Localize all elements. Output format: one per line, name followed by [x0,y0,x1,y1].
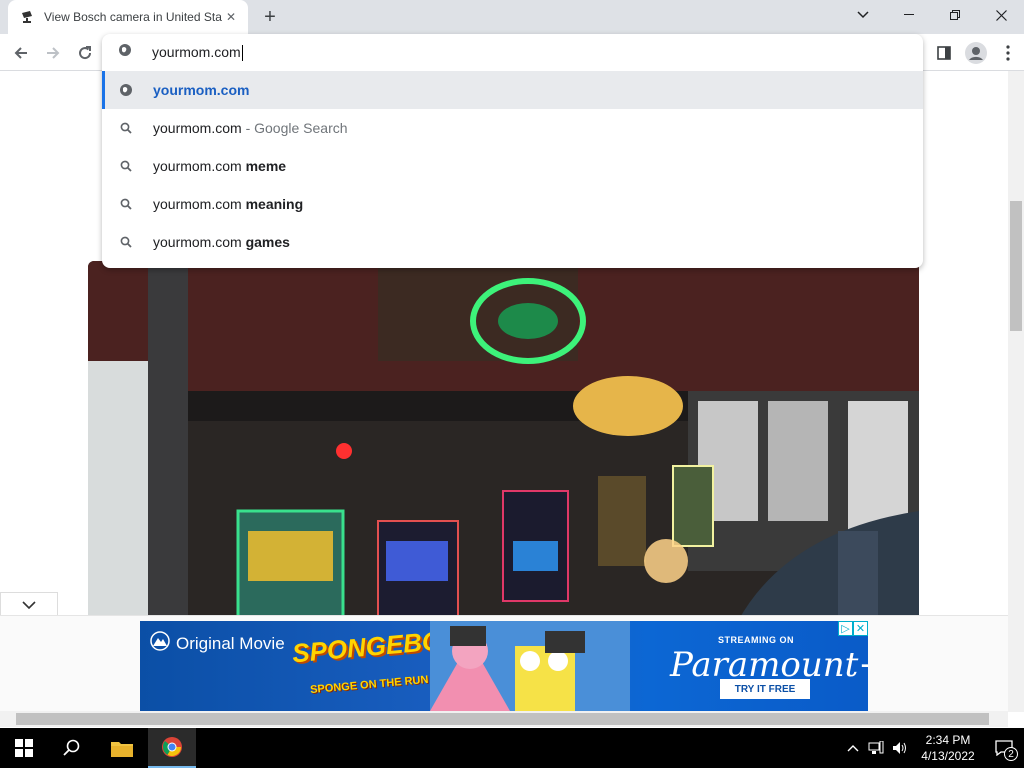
window-controls [840,0,1024,30]
clock-date: 4/13/2022 [921,749,975,763]
restore-button[interactable] [932,0,978,30]
browser-tab[interactable]: View Bosch camera in United States ✕ [8,0,248,34]
search-icon [118,120,134,136]
horizontal-scrollbar-thumb[interactable] [16,713,989,725]
tab-search-icon[interactable] [840,0,886,30]
camera-feed-image [88,261,919,621]
horizontal-scrollbar[interactable] [0,711,1008,727]
suggestion-item[interactable]: yourmom.com - Google Search [102,109,923,147]
try-it-free-button[interactable]: TRY IT FREE [720,679,810,699]
ad-choices: ▷ ✕ [838,621,868,636]
globe-icon [118,43,132,62]
original-movie-label: Original Movie [148,631,285,656]
suggestion-item[interactable]: yourmom.com meme [102,147,923,185]
streaming-on-label: STREAMING ON [718,635,795,645]
suggestion-text: yourmom.com meaning [153,196,304,212]
search-icon [118,196,134,212]
ad-close-icon[interactable]: ✕ [853,621,868,636]
search-icon[interactable] [48,728,96,768]
omnibox-input[interactable]: yourmom.com [152,44,243,62]
vertical-scrollbar-thumb[interactable] [1010,201,1022,331]
windows-taskbar: 2:34 PM 4/13/2022 2 [0,728,1024,768]
movie-subtitle: SPONGE ON THE RUN [309,673,429,697]
search-icon [118,234,134,250]
tab-title: View Bosch camera in United States [44,10,222,24]
back-button[interactable] [8,40,34,66]
profile-avatar[interactable] [960,37,992,69]
notification-center-icon[interactable]: 2 [984,728,1024,768]
ad-banner[interactable]: Original Movie SPONGEBOB SPONGE ON THE R… [140,621,868,711]
reload-button[interactable] [72,40,98,66]
network-icon[interactable] [864,741,888,755]
omnibox-input-row[interactable]: yourmom.com [102,34,923,71]
system-tray: 2:34 PM 4/13/2022 2 [842,728,1024,768]
ad-info-icon[interactable]: ▷ [838,621,853,636]
side-panel-icon[interactable] [928,37,960,69]
tab-close-icon[interactable]: ✕ [222,8,240,26]
suggestion-text: yourmom.com meme [153,158,287,174]
toolbar-right-buttons [928,34,1024,71]
file-explorer-icon[interactable] [98,728,146,768]
suggestion-item[interactable]: yourmom.com [102,71,923,109]
tab-strip: View Bosch camera in United States ✕ + [0,0,1024,34]
search-icon [118,158,134,174]
chevron-up-icon[interactable] [842,744,864,752]
clock-time: 2:34 PM [925,733,971,747]
omnibox-popup: yourmom.com yourmom.com yourmom.com - Go… [102,34,923,268]
suggestion-item[interactable]: yourmom.com meaning [102,185,923,223]
ad-bar: Original Movie SPONGEBOB SPONGE ON THE R… [0,615,1008,711]
paramount-mountain-icon [148,631,172,656]
new-tab-button[interactable]: + [258,6,282,28]
camera-favicon-icon [20,9,36,25]
chrome-taskbar-icon[interactable] [148,728,196,768]
taskbar-clock[interactable]: 2:34 PM 4/13/2022 [912,732,984,764]
suggestion-text: yourmom.com - Google Search [153,120,348,136]
suggestion-text: yourmom.com [153,82,250,98]
close-window-button[interactable] [978,0,1024,30]
vertical-scrollbar[interactable] [1008,71,1024,712]
globe-icon [118,82,134,98]
suggestion-item[interactable]: yourmom.com games [102,223,923,261]
start-button[interactable] [0,728,48,768]
volume-icon[interactable] [888,741,912,755]
ad-characters-image [430,621,630,711]
chevron-down-icon [22,596,36,614]
collapse-ad-button[interactable] [0,592,58,616]
notification-count-badge: 2 [1004,747,1018,761]
suggestion-text: yourmom.com games [153,234,290,250]
text-caret [241,45,243,62]
forward-button[interactable] [40,40,66,66]
kebab-menu-icon[interactable] [992,37,1024,69]
minimize-button[interactable] [886,0,932,30]
